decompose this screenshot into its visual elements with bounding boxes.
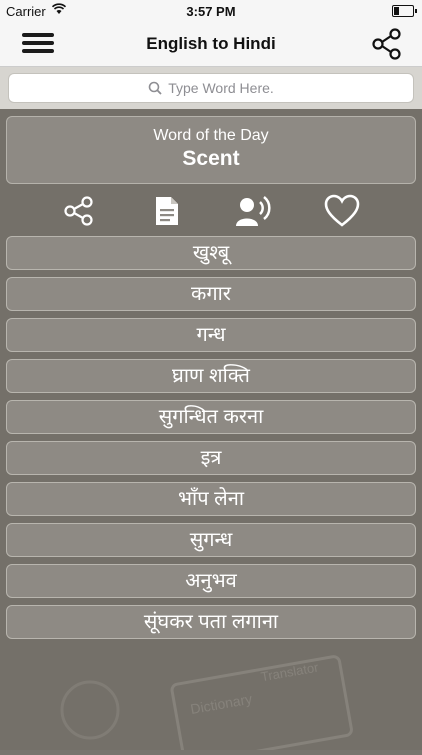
share-button[interactable] [370,27,404,61]
translation-item[interactable]: सुगन्धित करना [6,400,416,434]
battery-icon [392,5,417,17]
translation-item[interactable]: गन्ध [6,318,416,352]
translation-item[interactable]: कगार [6,277,416,311]
pronounce-button[interactable] [234,192,272,230]
navigation-bar: English to Hindi [0,22,422,67]
word-actions-bar [0,188,422,234]
translation-item[interactable]: घ्राण शक्ति [6,359,416,393]
share-icon [64,196,93,226]
search-input[interactable]: Type Word Here. [8,73,414,103]
details-button[interactable] [148,192,186,230]
favorite-button[interactable] [323,192,361,230]
page-title: English to Hindi [146,34,276,53]
word-of-the-day-card: Word of the Day Scent [6,116,416,184]
translation-item[interactable]: सूंघकर पता लगाना [6,605,416,639]
share-word-button[interactable] [60,192,98,230]
heart-icon [324,194,360,227]
document-icon [156,197,178,225]
translation-item[interactable]: इत्र [6,441,416,475]
word-of-the-day-label: Word of the Day [153,127,269,144]
dictionary-watermark: Dictionary [189,691,253,718]
search-bar: Type Word Here. [0,67,422,109]
clock: 3:57 PM [186,4,236,19]
translation-item[interactable]: सुगन्ध [6,523,416,557]
search-placeholder: Type Word Here. [168,80,274,96]
background-decoration: Dictionary Translator [0,640,422,755]
speaker-icon [236,196,271,226]
translation-list: खुश्बू कगार गन्ध घ्राण शक्ति सुगन्धित कर… [6,236,416,646]
translation-item[interactable]: खुश्बू [6,236,416,270]
search-icon [148,81,162,98]
share-icon [372,28,401,60]
word-of-the-day-word: Scent [182,147,240,170]
translation-item[interactable]: अनुभव [6,564,416,598]
translation-item[interactable]: भाँप लेना [6,482,416,516]
status-bar: Carrier 3:57 PM [0,0,422,22]
